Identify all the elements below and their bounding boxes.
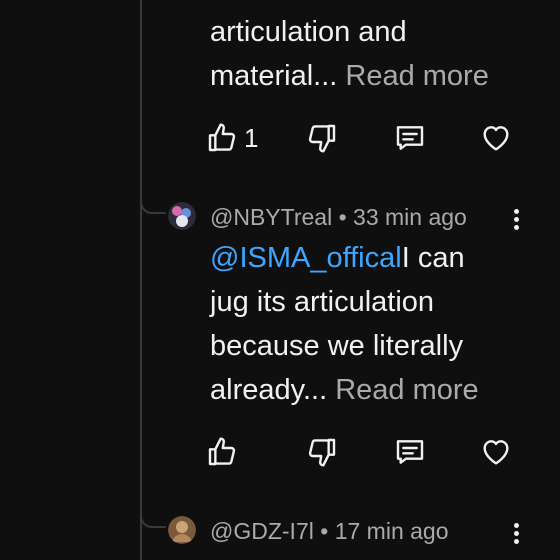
like-button[interactable] (206, 430, 244, 474)
reply-button[interactable] (394, 430, 426, 474)
separator: • (320, 518, 329, 544)
read-more-link[interactable]: Read more (335, 374, 478, 406)
reply-connector (140, 198, 166, 214)
more-vertical-icon (514, 523, 519, 528)
more-options-button[interactable] (510, 514, 524, 548)
comment-body: @ISMA_officalI can jug its articulation … (210, 236, 540, 412)
heart-icon (480, 122, 512, 154)
reply-button[interactable] (394, 116, 426, 160)
heart-button[interactable] (480, 116, 512, 160)
more-dot (514, 217, 519, 222)
thumbs-up-icon (206, 436, 238, 468)
comment-header: @GDZ-I7l • 17 min ago (168, 514, 548, 548)
dislike-button[interactable] (306, 430, 338, 474)
comments-thread: articulation and material... Read more 1 (0, 0, 560, 560)
timestamp: 33 min ago (353, 204, 467, 230)
dislike-button[interactable] (306, 116, 338, 160)
mention-link[interactable]: @ISMA_offical (210, 242, 402, 274)
more-vertical-icon (514, 209, 519, 214)
like-count: 1 (244, 122, 259, 153)
comment-meta: @GDZ-I7l • 17 min ago (210, 516, 449, 546)
more-dot (514, 539, 519, 544)
separator: • (338, 204, 347, 230)
avatar[interactable] (168, 516, 196, 544)
more-dot (514, 225, 519, 230)
comment-icon (394, 122, 426, 154)
more-options-button[interactable] (510, 200, 524, 234)
thumbs-up-icon (206, 122, 238, 154)
thread-line (140, 0, 142, 560)
comment-header: @NBYTreal • 33 min ago (168, 200, 548, 234)
comment-meta: @NBYTreal • 33 min ago (210, 202, 467, 232)
heart-icon (480, 436, 512, 468)
avatar[interactable] (168, 202, 196, 230)
like-button[interactable]: 1 (206, 116, 258, 160)
author-name[interactable]: @NBYTreal (210, 204, 332, 230)
comment-body: articulation and material... Read more (210, 10, 540, 98)
read-more-link[interactable]: Read more (345, 60, 488, 92)
reply-connector (140, 512, 166, 528)
author-name[interactable]: @GDZ-I7l (210, 518, 314, 544)
heart-button[interactable] (480, 430, 512, 474)
timestamp: 17 min ago (334, 518, 449, 544)
comment-icon (394, 436, 426, 468)
more-dot (514, 531, 519, 536)
thumbs-down-icon (306, 436, 338, 468)
thumbs-down-icon (306, 122, 338, 154)
